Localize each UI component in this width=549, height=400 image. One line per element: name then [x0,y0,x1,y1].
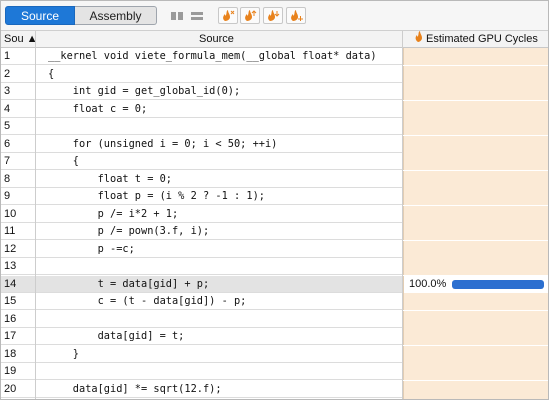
line-number: 15 [4,295,17,307]
flame-sort-icon-4[interactable] [286,7,306,24]
source-code-line: float p = (i % 2 ? -1 : 1); [48,190,265,202]
source-code-line: t = data[gid] + p; [48,277,210,290]
line-number: 1 [4,50,11,62]
line-number: 11 [4,225,16,237]
cycles-cell [403,328,548,345]
source-view-panel: Source Assembly Sou ▲ Source Estimated G… [0,0,549,400]
source-code-line: float c = 0; [48,102,148,115]
cycles-cell [403,188,548,205]
columns-icon[interactable] [170,9,184,22]
source-code-line: p /= i*2 + 1; [48,207,179,220]
table-row[interactable]: 15 c = (t - data[gid]) - p; [1,293,548,310]
table-row[interactable]: 17 data[gid] = t; [1,328,548,345]
table-row[interactable]: 9 float p = (i % 2 ? -1 : 1); [1,188,548,205]
column-divider[interactable] [402,31,403,399]
line-number: 7 [4,155,11,167]
cycles-cell [403,83,548,100]
cycles-cell [403,258,548,275]
rows-icon[interactable] [190,9,204,22]
line-number: 6 [4,137,11,150]
line-number: 9 [4,190,11,202]
cycles-bar [452,279,544,289]
cycles-cell [403,65,548,83]
cycles-cell [403,135,548,153]
cycles-cell [403,240,548,258]
table-row[interactable]: 2{ [1,65,548,83]
line-number: 12 [4,242,17,255]
source-code-line: } [48,347,79,360]
table-row[interactable]: 19 [1,363,548,380]
line-number: 10 [4,207,17,220]
table-header: Sou ▲ Source Estimated GPU Cycles [1,31,548,48]
cycles-cell [403,310,548,328]
source-code-line: data[gid] = t; [48,330,185,342]
cycles-column-header[interactable]: Estimated GPU Cycles [414,31,538,47]
line-number: 14 [4,277,17,290]
flame-sort-icon-1[interactable] [218,7,238,24]
cycles-cell [403,223,548,240]
line-number: 17 [4,330,17,342]
line-number: 13 [4,260,17,272]
table-row[interactable]: 11 p /= pown(3.f, i); [1,223,548,240]
source-code-line: data[gid] *= sqrt(12.f); [48,382,222,395]
cycles-cell [403,170,548,188]
table-row[interactable]: 12 p -=c; [1,240,548,258]
table-row[interactable]: 7 { [1,153,548,170]
tab-assembly[interactable]: Assembly [75,6,157,25]
source-code-line: __kernel void viete_formula_mem(__global… [48,50,377,62]
cycles-cell [403,118,548,135]
line-number: 19 [4,365,17,377]
column-divider[interactable] [35,31,36,399]
source-code-line: { [48,67,55,80]
table-row[interactable]: 10 p /= i*2 + 1; [1,205,548,223]
flame-icon [414,31,423,47]
cycles-cell [403,380,548,398]
line-number: 8 [4,172,11,185]
table-row[interactable]: 4 float c = 0; [1,100,548,118]
line-number: 2 [4,67,11,80]
table-row[interactable]: 14 t = data[gid] + p; 100.0% [1,275,548,293]
source-code-line: c = (t - data[gid]) - p; [48,295,247,307]
source-column-header[interactable]: Source [199,31,234,47]
line-number: 3 [4,85,11,97]
cycles-cell [403,363,548,380]
source-code-line: int gid = get_global_id(0); [48,85,241,97]
source-code-line: p -=c; [48,242,135,255]
table-row[interactable]: 1 __kernel void viete_formula_mem(__globa… [1,48,548,65]
cycles-cell [403,293,548,310]
table-row[interactable]: 3 int gid = get_global_id(0); [1,83,548,100]
line-number: 18 [4,347,17,360]
cycles-cell: 100.0% [403,275,548,293]
table-row[interactable]: 6 for (unsigned i = 0; i < 50; ++i) [1,135,548,153]
source-code-line: float t = 0; [48,172,172,185]
flame-sort-icon-3[interactable] [263,7,283,24]
cycles-cell [403,48,548,65]
source-code-line: p /= pown(3.f, i); [48,225,210,237]
table-row[interactable]: 18 } [1,345,548,363]
table-row[interactable]: 20 data[gid] *= sqrt(12.f); [1,380,548,398]
cycles-cell [403,205,548,223]
cycles-cell [403,345,548,363]
table-row[interactable]: 5 [1,118,548,135]
toolbar: Source Assembly [1,1,548,31]
cycles-percent: 100.0% [409,277,447,290]
tab-source[interactable]: Source [5,6,75,25]
cycles-cell [403,153,548,170]
line-number: 20 [4,382,17,395]
line-number: 16 [4,312,17,325]
line-column-header[interactable]: Sou ▲ [4,31,38,47]
table-row[interactable]: 13 [1,258,548,275]
line-number: 5 [4,120,11,132]
cycles-header-label: Estimated GPU Cycles [426,33,538,45]
source-code-line: for (unsigned i = 0; i < 50; ++i) [48,137,278,150]
table-row[interactable]: 8 float t = 0; [1,170,548,188]
flame-sort-icon-2[interactable] [240,7,260,24]
line-number: 4 [4,102,11,115]
cycles-cell [403,100,548,118]
table-row[interactable]: 16 [1,310,548,328]
source-code-line: { [48,155,79,167]
